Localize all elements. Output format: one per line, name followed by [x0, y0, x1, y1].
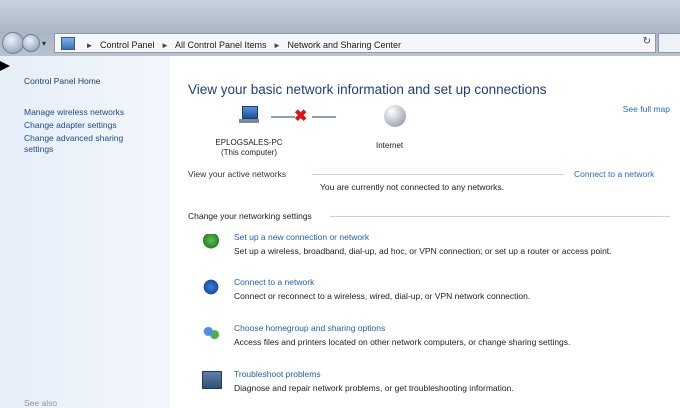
task-title-link[interactable]: Set up a new connection or network — [234, 232, 369, 242]
task-troubleshoot: Troubleshoot problems Diagnose and repai… — [202, 369, 672, 399]
pointer-arrow-icon — [0, 61, 10, 71]
connect-to-network-link[interactable]: Connect to a network — [574, 169, 654, 179]
task-connect-network: Connect to a network Connect or reconnec… — [202, 277, 672, 307]
sidebar-item-control-panel-home[interactable]: Control Panel Home — [24, 76, 154, 87]
connect-network-icon — [202, 279, 220, 295]
window-title-bar: ▾ ► Control Panel ► All Control Panel It… — [0, 0, 680, 56]
task-new-connection: Set up a new connection or network Set u… — [202, 232, 672, 262]
task-description: Diagnose and repair network problems, or… — [234, 383, 514, 393]
see-full-map-link[interactable]: See full map — [623, 104, 670, 114]
divider — [312, 174, 564, 175]
back-button[interactable] — [2, 32, 24, 54]
task-description: Set up a wireless, broadband, dial-up, a… — [234, 246, 612, 256]
task-homegroup: Choose homegroup and sharing options Acc… — [202, 323, 672, 353]
homegroup-icon — [202, 325, 220, 341]
disconnected-x-icon: ✖ — [294, 108, 308, 125]
network-link-line — [271, 116, 295, 118]
task-description: Connect or reconnect to a wireless, wire… — [234, 291, 531, 301]
sidebar-item-advanced-sharing[interactable]: Change advanced sharing settings — [24, 133, 154, 155]
troubleshoot-icon — [202, 371, 222, 389]
breadcrumb-arrow-icon[interactable]: ► — [273, 41, 281, 50]
change-settings-label: Change your networking settings — [188, 211, 312, 221]
task-title-link[interactable]: Choose homegroup and sharing options — [234, 323, 385, 333]
divider — [330, 216, 670, 217]
navigation-row: ▾ ► Control Panel ► All Control Panel It… — [0, 30, 680, 56]
breadcrumb: ► Control Panel ► All Control Panel Item… — [61, 37, 401, 50]
control-panel-icon — [61, 37, 75, 50]
address-bar[interactable]: ► Control Panel ► All Control Panel Item… — [54, 33, 656, 53]
breadcrumb-network-sharing[interactable]: Network and Sharing Center — [287, 40, 401, 50]
forward-button[interactable] — [22, 34, 40, 52]
sidebar-item-manage-wireless[interactable]: Manage wireless networks — [24, 107, 154, 118]
task-description: Access files and printers located on oth… — [234, 337, 571, 347]
computer-icon — [236, 106, 262, 126]
computer-name: EPLOGSALES-PC (This computer) — [210, 138, 288, 158]
connection-status-text: You are currently not connected to any n… — [320, 182, 504, 192]
computer-name-text: EPLOGSALES-PC — [215, 138, 283, 147]
breadcrumb-all-items[interactable]: All Control Panel Items — [175, 40, 267, 50]
task-title-link[interactable]: Connect to a network — [234, 277, 314, 287]
see-also-label: See also — [24, 398, 58, 408]
computer-sub-text: (This computer) — [220, 148, 277, 157]
sidebar-item-adapter-settings[interactable]: Change adapter settings — [24, 120, 154, 131]
sidebar: Control Panel Home Manage wireless netwo… — [0, 56, 170, 408]
task-title-link[interactable]: Troubleshoot problems — [234, 369, 321, 379]
refresh-icon[interactable]: ↻ — [643, 36, 651, 47]
recent-pages-chevron-icon[interactable]: ▾ — [42, 39, 46, 48]
page-title: View your basic network information and … — [188, 82, 547, 97]
breadcrumb-control-panel[interactable]: Control Panel — [100, 40, 155, 50]
breadcrumb-arrow-icon[interactable]: ► — [161, 41, 169, 50]
new-connection-icon — [202, 234, 220, 250]
internet-globe-icon — [384, 105, 406, 127]
search-box[interactable] — [658, 33, 680, 53]
active-networks-label: View your active networks — [188, 169, 287, 179]
network-link-line — [312, 116, 336, 118]
main-content: View your basic network information and … — [170, 56, 680, 408]
internet-label: Internet — [376, 141, 404, 150]
breadcrumb-arrow-icon[interactable]: ► — [86, 41, 94, 50]
